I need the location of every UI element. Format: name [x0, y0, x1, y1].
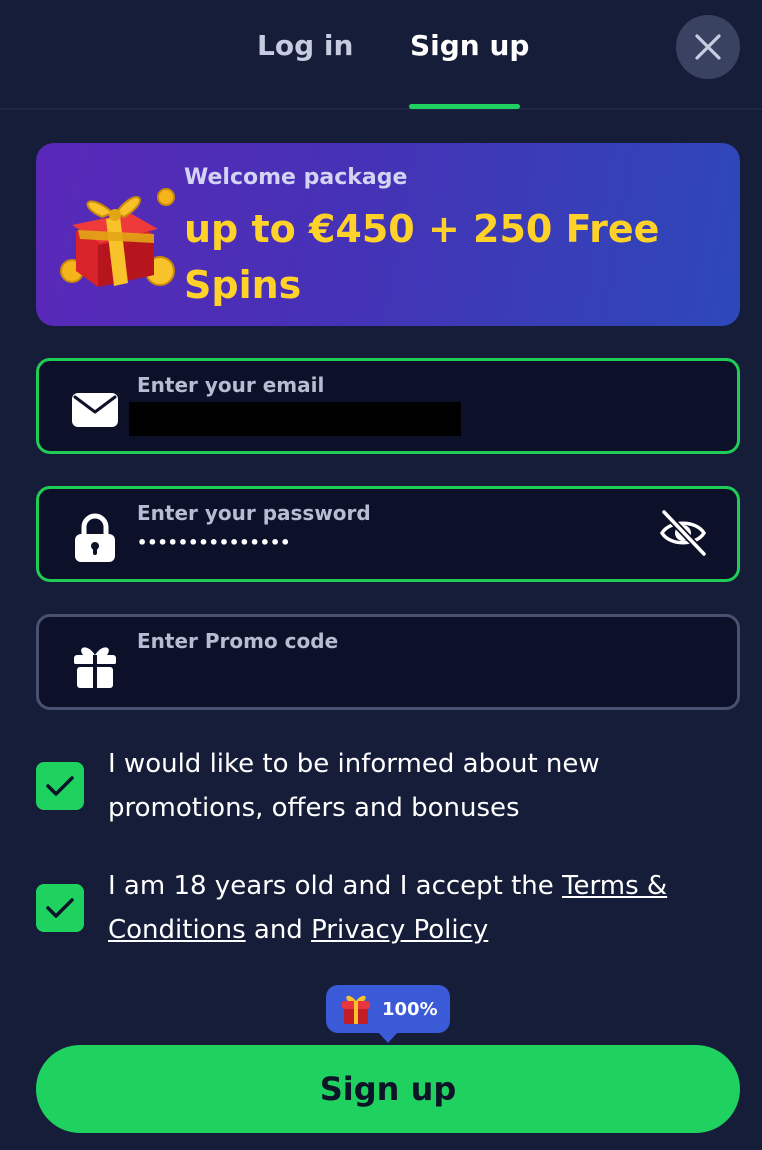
check-icon: [46, 898, 74, 918]
toggle-password-visibility-button[interactable]: [655, 505, 711, 561]
terms-consent-text: I am 18 years old and I accept the Terms…: [108, 864, 728, 952]
auth-tabs: Log in Sign up: [0, 0, 762, 110]
gift-icon: [74, 647, 116, 688]
gift-coins-icon: [60, 188, 175, 287]
password-label: Enter your password: [137, 501, 371, 525]
eye-off-icon: [659, 508, 708, 558]
gift-box-icon: [342, 995, 370, 1024]
promo-input[interactable]: [137, 659, 597, 691]
signup-submit-button[interactable]: Sign up: [36, 1045, 740, 1133]
bonus-percent: 100%: [382, 998, 438, 1020]
email-value-redacted: [129, 402, 461, 436]
close-button[interactable]: [676, 15, 740, 79]
email-label: Enter your email: [137, 373, 325, 397]
active-tab-indicator: [409, 104, 520, 109]
welcome-banner: Welcome package up to €450 + 250 Free Sp…: [36, 143, 740, 326]
promotions-consent-text: I would like to be informed about new pr…: [108, 749, 600, 823]
close-icon: [695, 34, 721, 60]
lock-icon: [75, 513, 115, 562]
privacy-policy-link[interactable]: Privacy Policy: [311, 915, 488, 945]
terms-checkbox[interactable]: [36, 884, 84, 932]
age-consent-prefix: I am 18 years old and I accept the: [108, 871, 563, 901]
banner-subtitle: Welcome package: [184, 165, 408, 190]
promo-label: Enter Promo code: [137, 629, 339, 653]
check-icon: [46, 776, 74, 796]
tab-login[interactable]: Log in: [257, 28, 353, 64]
email-field[interactable]: Enter your email: [36, 358, 740, 454]
promo-code-field[interactable]: Enter Promo code: [36, 614, 740, 710]
email-field-icon: [69, 387, 121, 433]
password-field[interactable]: Enter your password •••••••••••••••: [36, 486, 740, 582]
password-input[interactable]: •••••••••••••••: [137, 533, 290, 552]
banner-headline: up to €450 + 250 Free Spins: [184, 207, 660, 307]
signup-page: Log in Sign up Welcome package up to €45…: [0, 0, 762, 1150]
promotions-checkbox[interactable]: [36, 762, 84, 810]
promo-field-icon: [69, 643, 121, 689]
envelope-icon: [72, 393, 118, 427]
tab-signup[interactable]: Sign up: [410, 28, 529, 64]
and-text: and: [245, 915, 312, 945]
password-field-icon: [69, 513, 121, 562]
bonus-badge: 100%: [326, 985, 450, 1043]
